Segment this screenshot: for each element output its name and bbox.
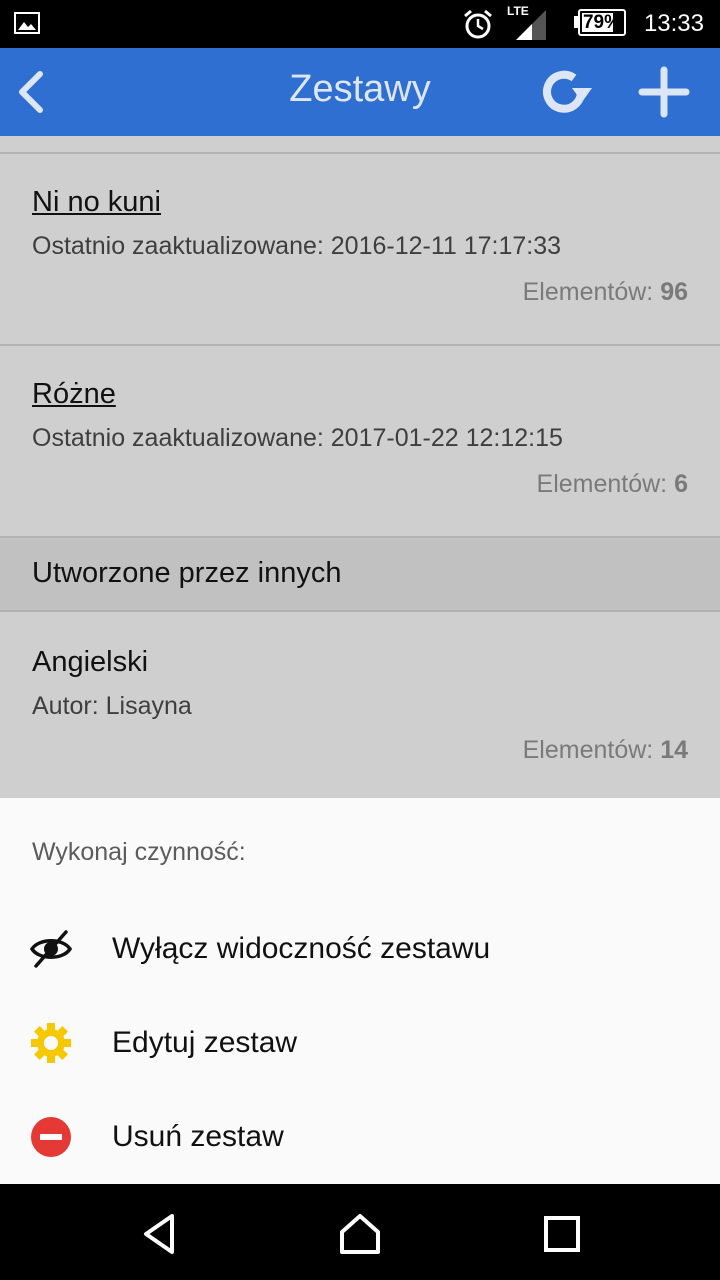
edit-set-action[interactable]: Edytuj zestaw xyxy=(0,996,720,1090)
battery-level: 79% xyxy=(582,12,622,33)
clock: 13:33 xyxy=(643,10,704,37)
action-label: Usuń zestaw xyxy=(112,1120,284,1153)
image-notification-icon xyxy=(14,12,40,34)
add-icon[interactable] xyxy=(636,66,692,118)
status-bar: LTE 79% 13:33 xyxy=(0,0,720,48)
delete-set-action[interactable]: Usuń zestaw xyxy=(0,1090,720,1184)
signal-icon xyxy=(516,10,546,40)
list-item[interactable]: Angielski Autor: Lisayna Elementów: 14 xyxy=(0,612,720,798)
count-value: 96 xyxy=(660,278,688,306)
count-value: 14 xyxy=(660,736,688,764)
count-value: 6 xyxy=(674,470,688,498)
set-title: Angielski xyxy=(32,646,149,678)
count-label: Elementów: xyxy=(536,470,668,498)
gear-icon xyxy=(31,1023,71,1063)
action-label: Edytuj zestaw xyxy=(112,1026,298,1059)
set-count: Elementów: 96 xyxy=(523,278,688,307)
section-header: Utworzone przez innych xyxy=(0,538,720,610)
app-bar: Zestawy xyxy=(0,48,720,136)
list-item[interactable]: Ni no kuni Ostatnio zaaktualizowane: 201… xyxy=(0,154,720,344)
nav-back-icon[interactable] xyxy=(138,1212,182,1256)
refresh-icon[interactable] xyxy=(536,66,596,118)
count-label: Elementów: xyxy=(522,736,654,764)
set-updated: Ostatnio zaaktualizowane: 2016-12-11 17:… xyxy=(32,232,562,260)
eye-off-icon xyxy=(30,930,72,968)
navigation-bar xyxy=(0,1184,720,1280)
battery-icon: 79% xyxy=(578,9,626,36)
set-count: Elementów: 6 xyxy=(537,470,688,499)
hide-set-action[interactable]: Wyłącz widoczność zestawu xyxy=(0,902,720,996)
action-sheet-heading: Wykonaj czynność: xyxy=(32,838,246,866)
set-title[interactable]: Różne xyxy=(32,378,116,411)
set-title[interactable]: Ni no kuni xyxy=(32,186,161,219)
nav-home-icon[interactable] xyxy=(338,1212,382,1256)
alarm-icon xyxy=(464,9,492,39)
set-count: Elementów: 14 xyxy=(523,736,688,765)
remove-circle-icon xyxy=(31,1117,71,1157)
section-title: Utworzone przez innych xyxy=(32,557,342,589)
page-title: Zestawy xyxy=(289,68,431,110)
action-label: Wyłącz widoczność zestawu xyxy=(112,932,491,965)
set-updated: Ostatnio zaaktualizowane: 2017-01-22 12:… xyxy=(32,424,563,452)
list-item[interactable]: Różne Ostatnio zaaktualizowane: 2017-01-… xyxy=(0,346,720,536)
count-label: Elementów: xyxy=(522,278,654,306)
set-author: Autor: Lisayna xyxy=(32,692,192,720)
sets-list: Ni no kuni Ostatnio zaaktualizowane: 201… xyxy=(0,136,720,798)
action-sheet: Wykonaj czynność: Wyłącz widoczność zest… xyxy=(0,798,720,1184)
nav-recents-icon[interactable] xyxy=(540,1212,584,1256)
